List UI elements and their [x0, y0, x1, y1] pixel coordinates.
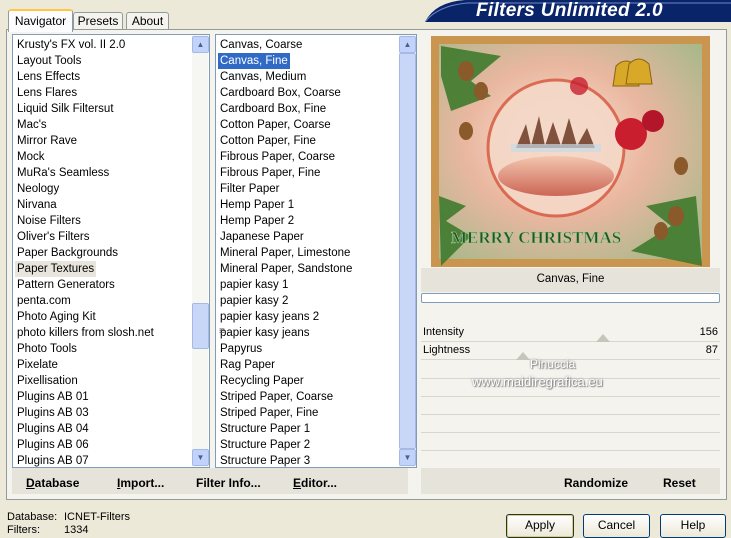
- filter-name-label: Canvas, Fine: [536, 273, 605, 285]
- list-item[interactable]: Layout Tools: [17, 53, 81, 69]
- list-item[interactable]: Nirvana: [17, 197, 57, 213]
- intensity-slider-thumb[interactable]: [596, 334, 610, 342]
- lightness-slider-thumb[interactable]: [516, 352, 530, 360]
- list-item[interactable]: Canvas, Coarse: [220, 37, 302, 53]
- list-item[interactable]: Neology: [17, 181, 59, 197]
- watermark-line2: www.maidiregrafica.eu: [472, 374, 603, 389]
- progress-bar: [421, 293, 720, 303]
- scroll-thumb[interactable]: [192, 303, 209, 349]
- list-item[interactable]: Lens Flares: [17, 85, 77, 101]
- list-item[interactable]: Photo Aging Kit: [17, 309, 96, 325]
- app-title: Filters Unlimited 2.0: [476, 0, 663, 21]
- param-label: Lightness: [423, 344, 471, 356]
- list-item[interactable]: Plugins AB 04: [17, 421, 89, 437]
- list-item[interactable]: Paper Textures: [15, 261, 97, 277]
- list-item[interactable]: Plugins AB 03: [17, 405, 89, 421]
- list-item[interactable]: Cardboard Box, Fine: [220, 101, 326, 117]
- reset-button[interactable]: Reset: [663, 476, 696, 490]
- list-item[interactable]: MuRa's Seamless: [17, 165, 109, 181]
- database-button[interactable]: Database: [26, 476, 79, 490]
- list-item[interactable]: Canvas, Fine: [217, 52, 291, 70]
- help-button[interactable]: Help: [660, 514, 726, 538]
- status-database-label: Database:: [7, 511, 58, 523]
- tab-navigator[interactable]: Navigator: [8, 9, 73, 32]
- preview-caption: MERRY CHRISTMAS: [451, 228, 621, 247]
- list-item[interactable]: Structure Paper 3: [220, 453, 310, 467]
- param-intensity[interactable]: Intensity 156: [421, 324, 720, 342]
- scroll-down-button[interactable]: ▼: [192, 449, 209, 466]
- apply-button[interactable]: Apply: [506, 514, 574, 538]
- param-label: Intensity: [423, 326, 464, 338]
- editor-button[interactable]: Editor...: [293, 476, 337, 490]
- list-item[interactable]: Pixelate: [17, 357, 58, 373]
- preview-image: MERRY CHRISTMAS: [431, 36, 710, 267]
- param-value: 156: [699, 326, 718, 338]
- list-item[interactable]: Mac's: [17, 117, 47, 133]
- list-item[interactable]: Structure Paper 1: [220, 421, 310, 437]
- list-item[interactable]: Japanese Paper: [220, 229, 304, 245]
- list-item[interactable]: Mineral Paper, Limestone: [220, 245, 350, 261]
- list-item[interactable]: Fibrous Paper, Coarse: [220, 149, 335, 165]
- list-item[interactable]: Pixellisation: [17, 373, 78, 389]
- list-item[interactable]: Mirror Rave: [17, 133, 77, 149]
- list-item[interactable]: Fibrous Paper, Fine: [220, 165, 320, 181]
- list-item[interactable]: papier kasy 2: [220, 293, 288, 309]
- list-item[interactable]: Papyrus: [220, 341, 262, 357]
- list-item[interactable]: Canvas, Medium: [220, 69, 306, 85]
- list-item[interactable]: Paper Backgrounds: [17, 245, 118, 261]
- list-item[interactable]: Plugins AB 06: [17, 437, 89, 453]
- tab-about[interactable]: About: [126, 12, 169, 30]
- list-item[interactable]: Recycling Paper: [220, 373, 304, 389]
- list-item[interactable]: Noise Filters: [17, 213, 81, 229]
- category-scrollbar[interactable]: ▲ ▼: [192, 35, 209, 467]
- list-item[interactable]: Liquid Silk Filtersut: [17, 101, 114, 117]
- filter-list[interactable]: Canvas, Coarse Canvas, Fine Canvas, Medium…: [215, 34, 417, 468]
- list-item[interactable]: Cotton Paper, Fine: [220, 133, 316, 149]
- randomize-button[interactable]: Randomize: [564, 476, 628, 490]
- list-item[interactable]: Pattern Generators: [17, 277, 115, 293]
- list-item[interactable]: photo killers from slosh.net: [17, 325, 154, 341]
- list-item[interactable]: Lens Effects: [17, 69, 80, 85]
- list-item[interactable]: Rag Paper: [220, 357, 275, 373]
- scroll-down-button[interactable]: ▼: [399, 449, 416, 466]
- drag-grip-icon: ≡: [219, 326, 225, 337]
- list-item[interactable]: Striped Paper, Coarse: [220, 389, 333, 405]
- list-item[interactable]: Oliver's Filters: [17, 229, 89, 245]
- param-value: 87: [705, 344, 718, 356]
- list-item[interactable]: Striped Paper, Fine: [220, 405, 318, 421]
- list-item[interactable]: Cardboard Box, Coarse: [220, 85, 341, 101]
- list-item[interactable]: papier kasy 1: [220, 277, 288, 293]
- list-item[interactable]: Hemp Paper 2: [220, 213, 294, 229]
- list-item[interactable]: Filter Paper: [220, 181, 279, 197]
- watermark-line1: Pinuccia: [530, 357, 576, 371]
- scroll-thumb[interactable]: [399, 53, 416, 449]
- list-item[interactable]: Krusty's FX vol. II 2.0: [17, 37, 125, 53]
- list-item[interactable]: Hemp Paper 1: [220, 197, 294, 213]
- status-database-value: ICNET-Filters: [64, 511, 130, 523]
- filter-info-button[interactable]: Filter Info...: [196, 476, 261, 490]
- list-item[interactable]: Cotton Paper, Coarse: [220, 117, 331, 133]
- list-item[interactable]: Mock: [17, 149, 44, 165]
- import-button[interactable]: Import...: [117, 476, 164, 490]
- cancel-button[interactable]: Cancel: [583, 514, 650, 538]
- list-item[interactable]: papier kasy jeans 2: [220, 309, 319, 325]
- status-filters-label: Filters:: [7, 524, 40, 536]
- list-item[interactable]: Mineral Paper, Sandstone: [220, 261, 352, 277]
- list-item[interactable]: papier kasy jeans: [220, 325, 310, 341]
- list-item[interactable]: Plugins AB 07: [17, 453, 89, 467]
- list-item[interactable]: Structure Paper 2: [220, 437, 310, 453]
- scroll-up-button[interactable]: ▲: [192, 36, 209, 53]
- filter-scrollbar[interactable]: ▲ ▼: [399, 35, 416, 467]
- list-item[interactable]: penta.com: [17, 293, 71, 309]
- category-list[interactable]: Krusty's FX vol. II 2.0 Layout Tools Lens …: [12, 34, 210, 468]
- scroll-up-button[interactable]: ▲: [399, 36, 416, 53]
- tab-presets[interactable]: Presets: [73, 12, 123, 30]
- status-filters-value: 1334: [64, 524, 89, 536]
- list-item[interactable]: Plugins AB 01: [17, 389, 89, 405]
- list-item[interactable]: Photo Tools: [17, 341, 77, 357]
